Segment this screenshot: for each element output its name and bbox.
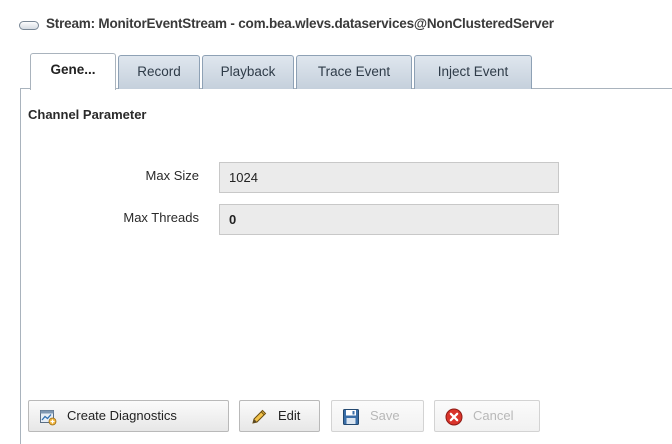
content-panel [20, 88, 672, 444]
create-diagnostics-label: Create Diagnostics [67, 408, 177, 423]
max-size-field[interactable]: 1024 [219, 162, 559, 193]
edit-button[interactable]: Edit [239, 400, 320, 432]
section-title: Channel Parameter [28, 107, 147, 122]
pencil-icon [252, 409, 267, 424]
save-button[interactable]: Save [331, 400, 424, 432]
save-label: Save [370, 408, 400, 423]
tab-inject-event[interactable]: Inject Event [414, 55, 532, 89]
max-threads-field[interactable]: 0 [219, 204, 559, 235]
max-threads-label: Max Threads [123, 210, 199, 225]
edit-label: Edit [278, 408, 301, 423]
max-size-label: Max Size [145, 168, 199, 183]
title-bar: Stream: MonitorEventStream - com.bea.wle… [0, 0, 672, 44]
floppy-disk-icon [343, 409, 359, 425]
tab-general[interactable]: Gene... [30, 53, 116, 90]
create-diagnostics-button[interactable]: Create Diagnostics [28, 400, 229, 432]
cancel-label: Cancel [473, 408, 514, 423]
diagnostics-icon [40, 410, 57, 426]
tab-playback[interactable]: Playback [202, 55, 294, 89]
cancel-icon [445, 408, 463, 426]
tab-trace-event[interactable]: Trace Event [296, 55, 412, 89]
tab-record[interactable]: Record [118, 55, 200, 89]
tab-strip: Gene... Record Playback Trace Event Inje… [20, 52, 672, 90]
cancel-button[interactable]: Cancel [434, 400, 540, 432]
page-title: Stream: MonitorEventStream - com.bea.wle… [46, 16, 554, 31]
stream-icon [19, 21, 39, 30]
